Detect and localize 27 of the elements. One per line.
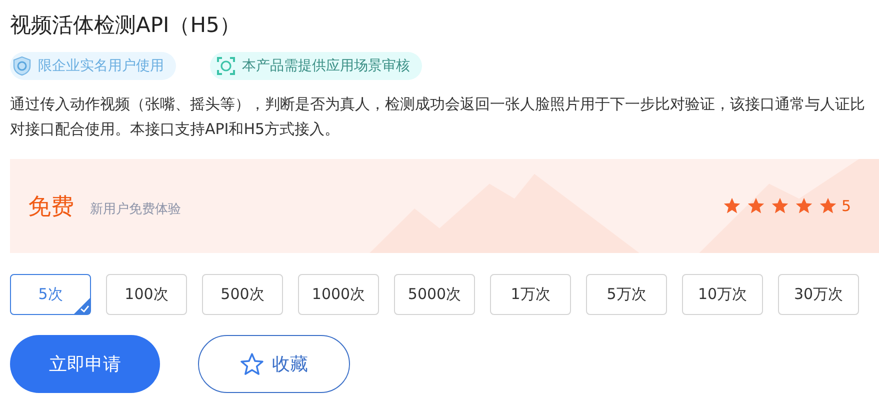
check-icon — [74, 298, 90, 314]
tag: 限企业实名用户使用 — [10, 52, 176, 80]
rating-value: 5 — [841, 197, 851, 215]
price-note: 新用户免费体验 — [90, 201, 181, 218]
package-option[interactable]: 5万次 — [586, 274, 667, 315]
package-option[interactable]: 500次 — [202, 274, 283, 315]
package-option[interactable]: 1000次 — [298, 274, 379, 315]
star-icon — [723, 197, 742, 215]
package-option[interactable]: 100次 — [106, 274, 187, 315]
scan-icon — [216, 56, 236, 76]
star-icon — [240, 352, 264, 376]
package-option[interactable]: 10万次 — [682, 274, 763, 315]
apply-button[interactable]: 立即申请 — [10, 335, 160, 393]
description: 通过传入动作视频（张嘴、摇头等），判断是否为真人，检测成功会返回一张人脸照片用于下一步比对验证，该接口通常与人证比对接口配合使用。本接口支持API和H5方式接入。 — [10, 94, 866, 140]
star-icon — [819, 197, 838, 215]
shield-icon — [12, 56, 32, 76]
price-label: 免费 — [28, 192, 74, 222]
star-icon — [795, 197, 814, 215]
page-title: 视频活体检测API（H5） — [10, 12, 242, 39]
star-icon — [771, 197, 790, 215]
package-option[interactable]: 30万次 — [778, 274, 859, 315]
package-option[interactable]: 1万次 — [490, 274, 571, 315]
star-icon — [747, 197, 766, 215]
package-option[interactable]: 5000次 — [394, 274, 475, 315]
package-option[interactable]: 5次 — [10, 274, 91, 315]
tag: 本产品需提供应用场景审核 — [210, 52, 422, 80]
favorite-button[interactable]: 收藏 — [198, 335, 350, 393]
